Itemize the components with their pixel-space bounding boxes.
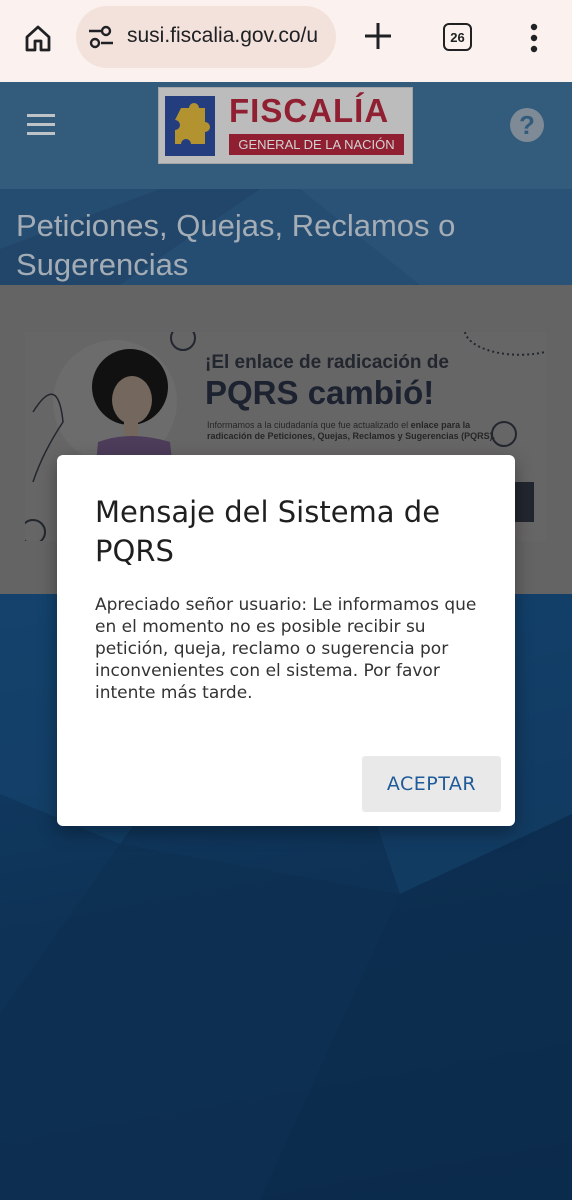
dialog-title: Mensaje del Sistema de PQRS: [95, 495, 441, 568]
fiscalia-logo[interactable]: FISCALÍA GENERAL DE LA NACIÓN: [158, 87, 413, 164]
browser-menu-button[interactable]: [520, 20, 548, 56]
banner-headline: ¡El enlace de radicación de: [205, 352, 449, 373]
dialog-message: Apreciado señor usuario: Le informamos q…: [95, 595, 477, 703]
tab-switcher-button[interactable]: 26: [443, 23, 472, 51]
site-settings-icon[interactable]: [88, 25, 114, 49]
system-message-dialog: Mensaje del Sistema de PQRS Apreciado se…: [57, 455, 515, 826]
home-button[interactable]: [18, 18, 58, 58]
help-icon[interactable]: ?: [510, 108, 544, 142]
banner-body-prefix: Informamos a la ciudadanía que fue actua…: [207, 420, 411, 430]
nav-menu-button[interactable]: [25, 112, 57, 138]
address-bar[interactable]: susi.fiscalia.gov.co/u: [76, 6, 336, 68]
title-band: Peticiones, Quejas, Reclamos o Sugerenci…: [0, 189, 572, 285]
page-title: Peticiones, Quejas, Reclamos o Sugerenci…: [16, 208, 456, 282]
more-vert-icon: [530, 23, 538, 53]
accept-button[interactable]: ACEPTAR: [362, 756, 501, 812]
banner-headline-main: PQRS cambió!: [205, 374, 435, 411]
plus-icon: [365, 23, 391, 49]
banner-body: Informamos a la ciudadanía que fue actua…: [207, 420, 497, 442]
logo-subtitle: GENERAL DE LA NACIÓN: [229, 134, 404, 155]
url-text: susi.fiscalia.gov.co/u: [127, 24, 319, 47]
browser-toolbar: susi.fiscalia.gov.co/u 26: [0, 0, 572, 82]
puzzle-emblem-icon: [165, 96, 215, 156]
tab-count: 26: [450, 29, 465, 45]
new-tab-button[interactable]: [360, 18, 396, 54]
hamburger-icon: [27, 114, 55, 135]
site-header: FISCALÍA GENERAL DE LA NACIÓN ?: [0, 82, 572, 189]
logo-title: FISCALÍA: [229, 92, 390, 129]
home-icon: [25, 25, 51, 52]
